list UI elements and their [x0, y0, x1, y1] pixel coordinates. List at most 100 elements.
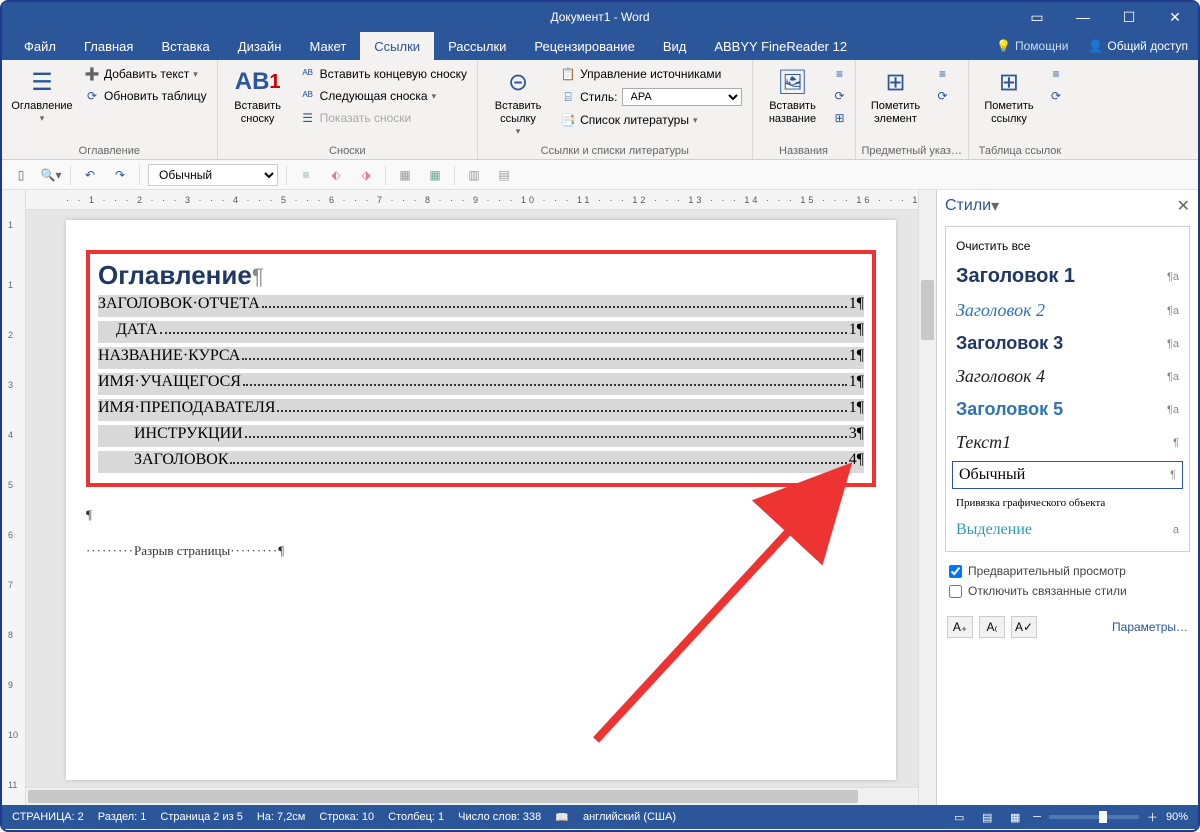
- style-selector[interactable]: Обычный: [148, 164, 278, 186]
- toa-sub1[interactable]: ≡: [1047, 64, 1065, 84]
- update-table-button[interactable]: ⟳Обновить таблицу: [80, 86, 211, 106]
- tab-abbyy[interactable]: ABBYY FineReader 12: [700, 32, 861, 60]
- tb2-search[interactable]: 🔍▾: [40, 164, 62, 186]
- tell-me[interactable]: 💡Помощни: [986, 32, 1078, 60]
- zoom-level[interactable]: 90%: [1166, 811, 1188, 823]
- manage-styles-button[interactable]: A✓: [1011, 616, 1037, 638]
- vertical-scrollbar[interactable]: [918, 190, 936, 805]
- index-sub1[interactable]: ≡: [934, 64, 952, 84]
- insert-endnote-button[interactable]: ᴬᴮВставить концевую сноску: [296, 64, 471, 84]
- zoom-slider[interactable]: [1049, 815, 1139, 819]
- minimize-button[interactable]: —: [1060, 2, 1106, 32]
- styles-pane-close[interactable]: ✕: [1177, 196, 1190, 216]
- style-item-h5[interactable]: Заголовок 5¶a: [946, 393, 1189, 426]
- style-dropdown[interactable]: ⌸Стиль: APA: [556, 86, 745, 108]
- tab-view[interactable]: Вид: [649, 32, 701, 60]
- document-area[interactable]: Оглавление¶ ЗАГОЛОВОК·ОТЧЕТА1¶ДАТА1¶НАЗВ…: [26, 210, 918, 787]
- status-lang[interactable]: английский (США): [583, 811, 676, 823]
- status-words[interactable]: Число слов: 338: [458, 811, 541, 823]
- tb2-btn1[interactable]: ▯: [10, 164, 32, 186]
- toc-entry[interactable]: ДАТА1¶: [98, 321, 864, 343]
- style-item-t1[interactable]: Текст1¶: [946, 426, 1189, 459]
- styles-pane-options[interactable]: ▾: [991, 196, 999, 216]
- horizontal-ruler[interactable]: · · 1 · · · 2 · · · 3 · · · 4 · · · 5 · …: [26, 190, 918, 210]
- biblio-icon: 📑: [560, 112, 576, 128]
- insert-footnote-button[interactable]: АВ1 Вставить сноску: [224, 64, 292, 143]
- mark-entry-button[interactable]: ⊞ Пометить элемент: [862, 64, 930, 143]
- caption-sub1[interactable]: ≡: [831, 64, 849, 84]
- style-item-h1[interactable]: Заголовок 1¶a: [946, 259, 1189, 294]
- status-at[interactable]: На: 7,2см: [257, 811, 306, 823]
- add-text-button[interactable]: ➕Добавить текст▾: [80, 64, 211, 84]
- status-proof-icon[interactable]: 📖: [555, 811, 569, 824]
- toc-entry[interactable]: ИМЯ·ПРЕПОДАВАТЕЛЯ1¶: [98, 399, 864, 421]
- status-page[interactable]: СТРАНИЦА: 2: [12, 811, 84, 823]
- tab-review[interactable]: Рецензирование: [520, 32, 648, 60]
- update-icon: ⟳: [84, 88, 100, 104]
- toc-entry[interactable]: НАЗВАНИЕ·КУРСА1¶: [98, 347, 864, 369]
- maximize-button[interactable]: ☐: [1106, 2, 1152, 32]
- bibliography-button[interactable]: 📑Список литературы▾: [556, 110, 745, 130]
- toc-entry[interactable]: ИМЯ·УЧАЩЕГОСЯ1¶: [98, 373, 864, 395]
- style-item-h4[interactable]: Заголовок 4¶a: [946, 360, 1189, 393]
- next-footnote-button[interactable]: ᴬᴮСледующая сноска▾: [296, 86, 471, 106]
- style-item-normal[interactable]: Обычный¶: [952, 461, 1183, 489]
- tab-insert[interactable]: Вставка: [147, 32, 223, 60]
- toa-sub2[interactable]: ⟳: [1047, 86, 1065, 106]
- style-select[interactable]: APA: [622, 88, 742, 106]
- toc-entry[interactable]: ИНСТРУКЦИИ3¶: [98, 425, 864, 447]
- status-section[interactable]: Раздел: 1: [98, 811, 147, 823]
- tab-references[interactable]: Ссылки: [360, 32, 434, 60]
- toc-button[interactable]: ☰ Оглавление ▾: [8, 64, 76, 143]
- clear-formatting[interactable]: Очистить все: [946, 233, 1189, 259]
- style-item-sel[interactable]: Выделениеa: [946, 515, 1189, 545]
- status-line[interactable]: Строка: 10: [319, 811, 374, 823]
- tb2-b7[interactable]: ▤: [493, 164, 515, 186]
- horizontal-scrollbar[interactable]: [26, 787, 918, 805]
- styles-params-link[interactable]: Параметры…: [1112, 620, 1188, 634]
- mark-citation-button[interactable]: ⊞ Пометить ссылку: [975, 64, 1043, 143]
- undo-button[interactable]: ↶: [79, 164, 101, 186]
- vertical-ruler[interactable]: 1 1 2 3 4 5 6 7 8 9 10 11: [2, 190, 26, 805]
- view-read-button[interactable]: ▭: [949, 808, 969, 826]
- show-footnotes-button[interactable]: ☰Показать сноски: [296, 108, 471, 128]
- tb2-b6[interactable]: ▥: [463, 164, 485, 186]
- tab-mailings[interactable]: Рассылки: [434, 32, 520, 60]
- manage-sources-button[interactable]: 📋Управление источниками: [556, 64, 745, 84]
- tab-file[interactable]: Файл: [10, 32, 70, 60]
- toc-entry[interactable]: ЗАГОЛОВОК4¶: [98, 451, 864, 473]
- insert-citation-button[interactable]: ⊝ Вставить ссылку ▾: [484, 64, 552, 143]
- style-item-h2[interactable]: Заголовок 2¶a: [946, 294, 1189, 327]
- tab-layout[interactable]: Макет: [295, 32, 360, 60]
- close-button[interactable]: ✕: [1152, 2, 1198, 32]
- tb2-b3[interactable]: ⬗: [355, 164, 377, 186]
- zoom-in[interactable]: ＋: [1147, 809, 1158, 825]
- tb2-b1[interactable]: ≡: [295, 164, 317, 186]
- tab-home[interactable]: Главная: [70, 32, 147, 60]
- status-pages[interactable]: Страница 2 из 5: [160, 811, 242, 823]
- style-inspector-button[interactable]: A₍: [979, 616, 1005, 638]
- tb2-b2[interactable]: ⬖: [325, 164, 347, 186]
- style-item-h3[interactable]: Заголовок 3¶a: [946, 327, 1189, 360]
- view-web-button[interactable]: ▦: [1005, 808, 1025, 826]
- tb2-b5[interactable]: ▦: [424, 164, 446, 186]
- tab-design[interactable]: Дизайн: [224, 32, 296, 60]
- redo-button[interactable]: ↷: [109, 164, 131, 186]
- caption-sub3[interactable]: ⊞: [831, 108, 849, 128]
- insert-caption-button[interactable]: 🖼 Вставить название: [759, 64, 827, 143]
- zoom-out[interactable]: ─: [1033, 811, 1041, 823]
- new-style-button[interactable]: A₊: [947, 616, 973, 638]
- toolbar2: ▯ 🔍▾ ↶ ↷ Обычный ≡ ⬖ ⬗ ▦ ▦ ▥ ▤: [2, 160, 1198, 190]
- disable-linked-checkbox[interactable]: Отключить связанные стили: [949, 584, 1186, 598]
- view-print-button[interactable]: ▤: [977, 808, 997, 826]
- index-sub2[interactable]: ⟳: [934, 86, 952, 106]
- style-item-anchor[interactable]: Привязка графического объекта: [946, 491, 1189, 515]
- preview-checkbox[interactable]: Предварительный просмотр: [949, 564, 1186, 578]
- caption-sub2[interactable]: ⟳: [831, 86, 849, 106]
- page[interactable]: Оглавление¶ ЗАГОЛОВОК·ОТЧЕТА1¶ДАТА1¶НАЗВ…: [66, 220, 896, 780]
- toc-entry[interactable]: ЗАГОЛОВОК·ОТЧЕТА1¶: [98, 295, 864, 317]
- ribbon-options-icon[interactable]: ▭: [1014, 2, 1060, 32]
- share-button[interactable]: 👤Общий доступ: [1078, 32, 1198, 60]
- status-col[interactable]: Столбец: 1: [388, 811, 444, 823]
- tb2-b4[interactable]: ▦: [394, 164, 416, 186]
